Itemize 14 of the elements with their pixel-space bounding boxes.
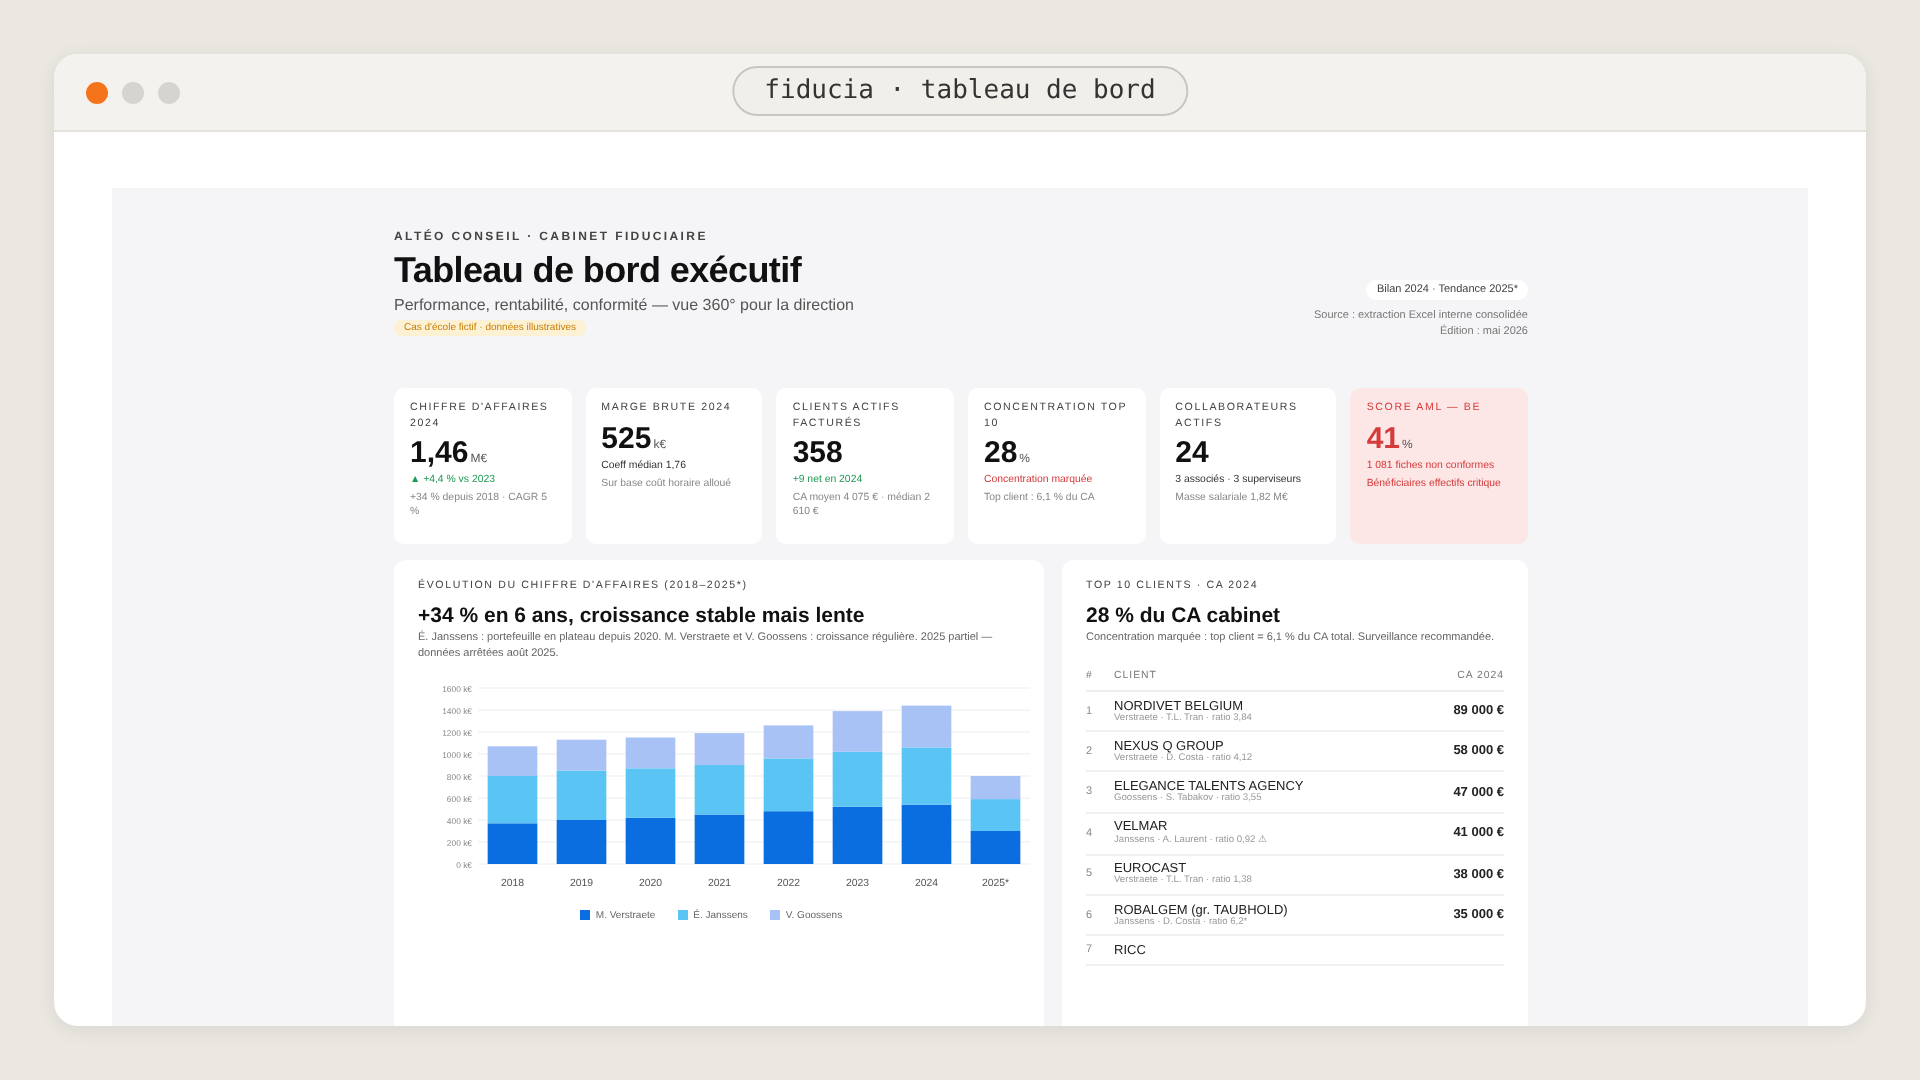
card-title: 28 % du CA cabinet — [1086, 604, 1283, 629]
kpi-value: 1,46 — [410, 435, 469, 470]
page-title: Tableau de bord exécutif — [394, 250, 804, 292]
maximize-button[interactable] — [158, 81, 180, 103]
minimize-button[interactable] — [122, 81, 144, 103]
page-subtitle: Performance, rentabilité, conformité — vue 360° pour la direction — [394, 296, 854, 314]
kpi-value: 24 — [1175, 435, 1209, 470]
window-title: fiducia · tableau de bord — [732, 66, 1188, 116]
kpi-value: 41 — [1366, 421, 1401, 456]
kpi-value: 28 — [983, 435, 1018, 470]
card-title: +34 % en 6 ans, croissance stable mais lente — [418, 604, 867, 629]
close-button[interactable] — [86, 81, 108, 103]
kpi-value: 525 — [601, 421, 652, 456]
kpi-value: 358 — [792, 435, 843, 470]
